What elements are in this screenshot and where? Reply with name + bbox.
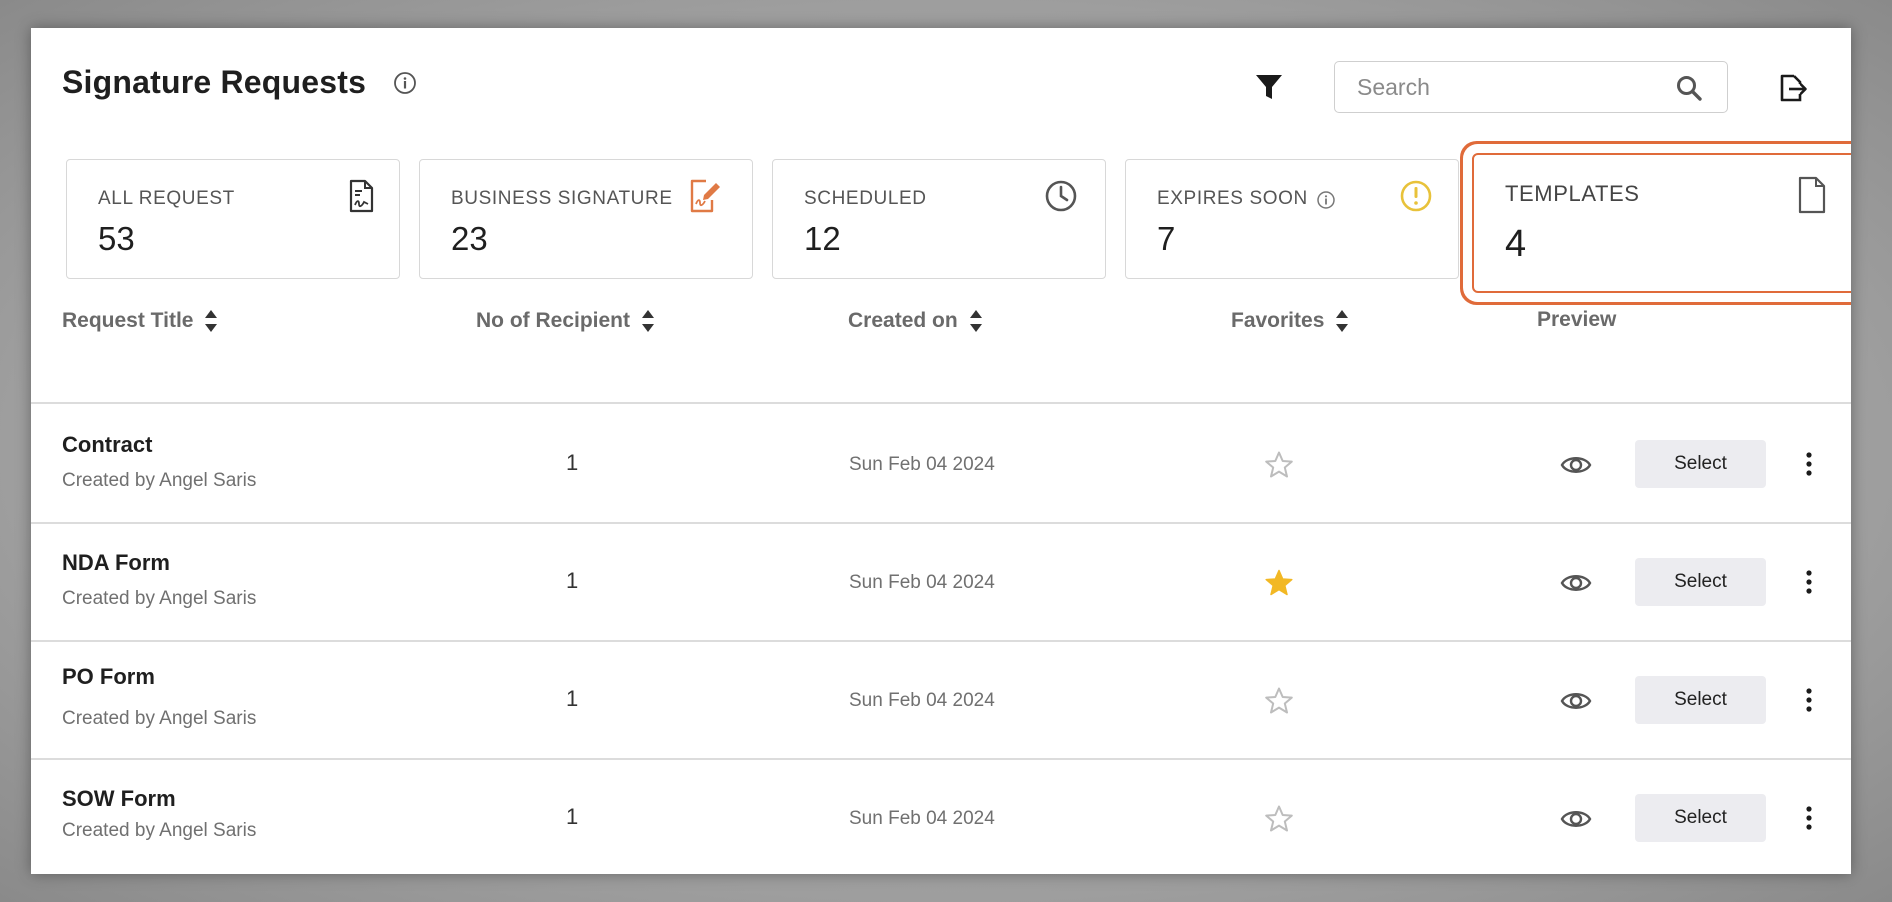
select-button[interactable]: Select bbox=[1635, 558, 1766, 606]
table-row[interactable]: PO Form Created by Angel Saris 1 Sun Feb… bbox=[31, 640, 1851, 758]
card-value: 53 bbox=[98, 220, 135, 257]
clock-icon bbox=[1045, 180, 1077, 212]
star-outline-icon[interactable] bbox=[1264, 804, 1294, 834]
row-title: SOW Form bbox=[62, 786, 176, 811]
card-all-request[interactable]: ALL REQUEST 53 bbox=[66, 159, 400, 279]
star-outline-icon[interactable] bbox=[1264, 686, 1294, 716]
card-value: 7 bbox=[1157, 220, 1176, 257]
more-vertical-icon[interactable] bbox=[1801, 686, 1817, 714]
card-value: 23 bbox=[451, 220, 488, 257]
document-signature-icon bbox=[349, 179, 374, 213]
row-created-by: Created by Angel Saris bbox=[62, 820, 257, 841]
sort-icon[interactable] bbox=[1334, 308, 1350, 334]
row-created-on: Sun Feb 04 2024 bbox=[849, 808, 995, 829]
eye-icon[interactable] bbox=[1560, 806, 1592, 832]
table-row[interactable]: NDA Form Created by Angel Saris 1 Sun Fe… bbox=[31, 522, 1851, 640]
card-expires-soon[interactable]: EXPIRES SOON 7 bbox=[1125, 159, 1459, 279]
table-row[interactable]: Contract Created by Angel Saris 1 Sun Fe… bbox=[31, 404, 1851, 522]
column-header-request-title[interactable]: Request Title bbox=[62, 308, 219, 334]
row-created-by: Created by Angel Saris bbox=[62, 470, 257, 491]
select-button[interactable]: Select bbox=[1635, 440, 1766, 488]
search-icon[interactable] bbox=[1675, 74, 1703, 102]
star-outline-icon[interactable] bbox=[1264, 450, 1294, 480]
row-title: PO Form bbox=[62, 664, 155, 689]
column-header-favorites[interactable]: Favorites bbox=[1231, 308, 1350, 334]
eye-icon[interactable] bbox=[1560, 688, 1592, 714]
column-header-created-on[interactable]: Created on bbox=[848, 308, 984, 334]
card-templates[interactable]: TEMPLATES 4 bbox=[1472, 153, 1851, 293]
select-button[interactable]: Select bbox=[1635, 676, 1766, 724]
row-recipient-count: 1 bbox=[566, 686, 579, 711]
card-value: 4 bbox=[1505, 223, 1527, 265]
column-header-label: No of Recipient bbox=[476, 309, 631, 332]
eye-icon[interactable] bbox=[1560, 570, 1592, 596]
card-scheduled[interactable]: SCHEDULED 12 bbox=[772, 159, 1106, 279]
search-box[interactable] bbox=[1334, 61, 1728, 113]
select-button[interactable]: Select bbox=[1635, 794, 1766, 842]
info-icon[interactable] bbox=[393, 71, 417, 95]
more-vertical-icon[interactable] bbox=[1801, 568, 1817, 596]
info-icon[interactable] bbox=[1316, 190, 1336, 210]
column-header-no-of-recipient[interactable]: No of Recipient bbox=[476, 308, 656, 334]
card-label: EXPIRES SOON bbox=[1157, 188, 1308, 209]
star-filled-icon[interactable] bbox=[1264, 568, 1294, 598]
row-recipient-count: 1 bbox=[566, 804, 579, 829]
column-header-label: Favorites bbox=[1231, 309, 1325, 332]
card-label: ALL REQUEST bbox=[98, 188, 235, 209]
row-created-by: Created by Angel Saris bbox=[62, 708, 257, 729]
row-recipient-count: 1 bbox=[566, 568, 579, 593]
sort-icon[interactable] bbox=[968, 308, 984, 334]
signature-requests-panel: Signature Requests ALL REQUEST 53 bbox=[31, 28, 1851, 874]
column-header-label: Created on bbox=[848, 309, 958, 332]
table-row[interactable]: SOW Form Created by Angel Saris 1 Sun Fe… bbox=[31, 758, 1851, 874]
logout-icon[interactable] bbox=[1776, 72, 1808, 104]
sort-icon[interactable] bbox=[640, 308, 656, 334]
search-input[interactable] bbox=[1357, 72, 1657, 102]
more-vertical-icon[interactable] bbox=[1801, 450, 1817, 478]
row-title: Contract bbox=[62, 432, 153, 457]
eye-icon[interactable] bbox=[1560, 452, 1592, 478]
row-created-by: Created by Angel Saris bbox=[62, 588, 257, 609]
column-header-label: Preview bbox=[1537, 308, 1617, 331]
card-value: 12 bbox=[804, 220, 841, 257]
edit-signature-icon bbox=[690, 179, 720, 213]
card-business-signature[interactable]: BUSINESS SIGNATURE 23 bbox=[419, 159, 753, 279]
card-label: TEMPLATES bbox=[1505, 181, 1640, 206]
sort-icon[interactable] bbox=[203, 308, 219, 334]
filter-icon[interactable] bbox=[1254, 72, 1284, 102]
file-icon bbox=[1798, 176, 1826, 214]
page-title: Signature Requests bbox=[62, 64, 367, 100]
card-label: BUSINESS SIGNATURE bbox=[451, 188, 673, 209]
column-header-label: Request Title bbox=[62, 309, 194, 332]
row-recipient-count: 1 bbox=[566, 450, 579, 475]
card-label: SCHEDULED bbox=[804, 188, 927, 209]
row-created-on: Sun Feb 04 2024 bbox=[849, 690, 995, 711]
warning-icon bbox=[1400, 180, 1432, 212]
row-created-on: Sun Feb 04 2024 bbox=[849, 454, 995, 475]
more-vertical-icon[interactable] bbox=[1801, 804, 1817, 832]
row-title: NDA Form bbox=[62, 550, 170, 575]
row-created-on: Sun Feb 04 2024 bbox=[849, 572, 995, 593]
column-header-preview: Preview bbox=[1537, 308, 1616, 332]
